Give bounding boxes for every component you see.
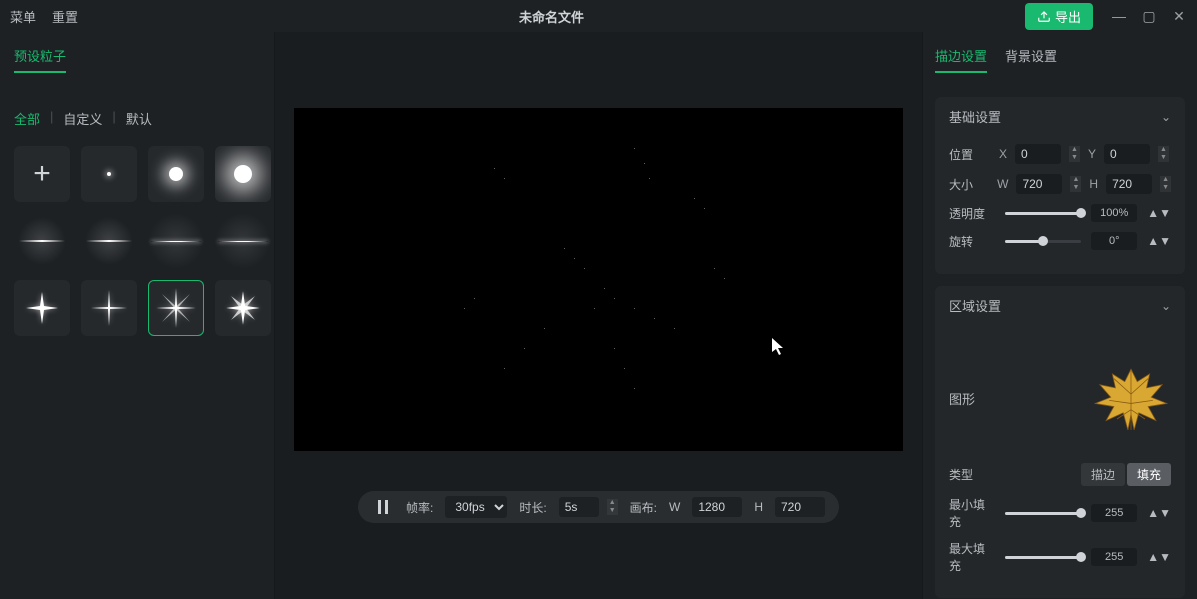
export-label: 导出: [1055, 7, 1081, 26]
section-region: 区域设置 ⌄ 图形 类型 描边 填充: [935, 286, 1185, 598]
preset-filter-row: 全部 | 自定义 | 默认: [14, 109, 260, 128]
preset-particle[interactable]: [81, 146, 137, 202]
section-basic-title: 基础设置: [949, 107, 1001, 126]
size-w-input[interactable]: [1016, 174, 1062, 194]
opacity-label: 透明度: [949, 205, 995, 222]
preset-particle[interactable]: [148, 146, 204, 202]
preset-particle[interactable]: [14, 213, 70, 269]
fps-select[interactable]: 30fps: [445, 496, 507, 518]
sidebar-left: 预设粒子 全部 | 自定义 | 默认 +: [0, 32, 275, 599]
duration-label: 时长:: [519, 499, 546, 516]
preset-particle[interactable]: [215, 280, 271, 336]
canvas-area: 帧率: 30fps 时长: ▲▼ 画布: W H: [275, 32, 922, 599]
min-fill-label: 最小填充: [949, 496, 995, 530]
filter-default[interactable]: 默认: [126, 109, 152, 128]
shape-preview-leaf-icon[interactable]: [1091, 363, 1171, 433]
file-title: 未命名文件: [78, 7, 1025, 26]
canvas-width-input[interactable]: [692, 497, 742, 517]
position-label: 位置: [949, 146, 991, 163]
type-label: 类型: [949, 466, 973, 483]
opacity-spinner[interactable]: ▲▼: [1147, 206, 1171, 220]
filter-custom[interactable]: 自定义: [63, 109, 102, 128]
chevron-down-icon: ⌄: [1161, 110, 1171, 124]
x-label: X: [999, 147, 1007, 161]
window-controls: — ▢ ✕: [1111, 8, 1187, 25]
size-h-spinner[interactable]: ▲▼: [1160, 176, 1171, 192]
titlebar: 菜单 重置 未命名文件 导出 — ▢ ✕: [0, 0, 1197, 32]
minimize-button[interactable]: —: [1111, 8, 1127, 24]
playback-bar: 帧率: 30fps 时长: ▲▼ 画布: W H: [358, 491, 839, 523]
canvas-w-label: W: [669, 500, 680, 514]
min-fill-spinner[interactable]: ▲▼: [1147, 506, 1171, 520]
pause-icon: [377, 500, 389, 514]
size-w-spinner[interactable]: ▲▼: [1070, 176, 1081, 192]
position-y-input[interactable]: [1104, 144, 1150, 164]
export-icon: [1037, 9, 1051, 23]
menu-bar: 菜单 重置: [10, 7, 78, 26]
preset-particle[interactable]: [148, 213, 204, 269]
canvas-height-input[interactable]: [775, 497, 825, 517]
shape-label: 图形: [949, 389, 975, 408]
cursor-icon: [772, 338, 786, 361]
section-region-title: 区域设置: [949, 296, 1001, 315]
pause-button[interactable]: [372, 496, 394, 518]
filter-all[interactable]: 全部: [14, 109, 40, 128]
type-fill-button[interactable]: 填充: [1127, 463, 1171, 486]
w-label: W: [997, 177, 1008, 191]
close-button[interactable]: ✕: [1171, 8, 1187, 25]
canvas-label: 画布:: [630, 499, 657, 516]
type-toggle: 描边 填充: [1081, 463, 1171, 486]
rotation-label: 旋转: [949, 233, 995, 250]
preset-add[interactable]: +: [14, 146, 70, 202]
maximize-button[interactable]: ▢: [1141, 8, 1157, 25]
size-h-input[interactable]: [1106, 174, 1152, 194]
preset-particle[interactable]: [14, 280, 70, 336]
opacity-value: 100%: [1091, 204, 1137, 222]
duration-input[interactable]: [559, 497, 599, 517]
preset-particle[interactable]: [81, 213, 137, 269]
chevron-down-icon: ⌄: [1161, 299, 1171, 313]
section-region-head[interactable]: 区域设置 ⌄: [935, 286, 1185, 325]
position-x-spinner[interactable]: ▲▼: [1069, 146, 1080, 162]
section-basic-head[interactable]: 基础设置 ⌄: [935, 97, 1185, 136]
max-fill-spinner[interactable]: ▲▼: [1147, 550, 1171, 564]
sidebar-right: 描边设置 背景设置 基础设置 ⌄ 位置 X ▲▼ Y ▲▼ 大小: [922, 32, 1197, 599]
max-fill-slider[interactable]: [1005, 556, 1081, 559]
tab-background[interactable]: 背景设置: [1005, 46, 1057, 73]
preset-grid: +: [14, 146, 260, 336]
rotation-slider[interactable]: [1005, 240, 1081, 243]
menu-button[interactable]: 菜单: [10, 7, 36, 26]
h-label: H: [1089, 177, 1098, 191]
fps-label: 帧率:: [406, 499, 433, 516]
y-label: Y: [1088, 147, 1096, 161]
max-fill-value: 255: [1091, 548, 1137, 566]
section-basic: 基础设置 ⌄ 位置 X ▲▼ Y ▲▼ 大小 W ▲▼: [935, 97, 1185, 274]
preset-particle[interactable]: [215, 213, 271, 269]
max-fill-label: 最大填充: [949, 540, 995, 574]
preset-particle[interactable]: [81, 280, 137, 336]
duration-spinner[interactable]: ▲▼: [607, 499, 618, 515]
preset-particle[interactable]: [215, 146, 271, 202]
preset-particle-selected[interactable]: [148, 280, 204, 336]
tab-stroke[interactable]: 描边设置: [935, 46, 987, 73]
preset-tab[interactable]: 预设粒子: [14, 46, 66, 73]
right-tabs: 描边设置 背景设置: [935, 46, 1185, 73]
position-y-spinner[interactable]: ▲▼: [1158, 146, 1169, 162]
position-x-input[interactable]: [1015, 144, 1061, 164]
type-stroke-button[interactable]: 描边: [1081, 463, 1125, 486]
rotation-spinner[interactable]: ▲▼: [1147, 234, 1171, 248]
size-label: 大小: [949, 176, 989, 193]
reset-button[interactable]: 重置: [52, 7, 78, 26]
min-fill-value: 255: [1091, 504, 1137, 522]
min-fill-slider[interactable]: [1005, 512, 1081, 515]
export-button[interactable]: 导出: [1025, 3, 1093, 30]
opacity-slider[interactable]: [1005, 212, 1081, 215]
canvas-h-label: H: [754, 500, 763, 514]
preview-canvas[interactable]: [294, 108, 903, 451]
rotation-value: 0°: [1091, 232, 1137, 250]
